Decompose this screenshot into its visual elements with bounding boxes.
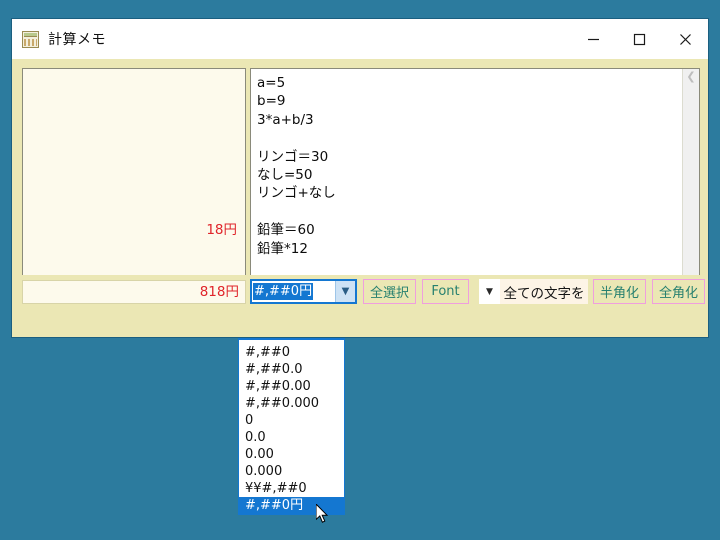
result-line xyxy=(29,166,237,184)
dropdown-item[interactable]: 0.000 xyxy=(239,463,344,480)
chevron-up-icon[interactable]: ❮ xyxy=(686,71,695,82)
chevron-down-icon[interactable]: ▼ xyxy=(335,281,355,302)
convert-target-label: 全ての文字を xyxy=(500,279,588,304)
results-panel[interactable]: 18円 80円 720円 ❮ ❯ xyxy=(22,68,246,308)
dropdown-item[interactable]: 0 xyxy=(239,412,344,429)
minimize-icon[interactable] xyxy=(570,19,616,59)
result-line: 18円 xyxy=(206,222,237,239)
title-bar: 計算メモ xyxy=(12,19,708,59)
result-line xyxy=(29,111,237,129)
calculator-icon xyxy=(22,30,39,48)
app-window: 計算メモ 18円 a=5 b=9 3*a+b/3 リンゴ＝30 なし=50 リン… xyxy=(11,18,709,338)
to-halfwidth-button[interactable]: 半角化 xyxy=(593,279,646,304)
window-controls xyxy=(570,19,708,59)
dropdown-item[interactable]: #,##0.00 xyxy=(239,378,344,395)
dropdown-item[interactable]: ¥¥#,##0 xyxy=(239,480,344,497)
number-format-dropdown-list[interactable]: #,##0 #,##0.0 #,##0.00 #,##0.000 0 0.0 0… xyxy=(238,338,345,515)
convert-target-dropdown-icon[interactable]: ▼ xyxy=(479,279,500,304)
number-format-value[interactable]: #,##0円 xyxy=(252,281,335,302)
formula-editor-panel[interactable]: a=5 b=9 3*a+b/3 リンゴ＝30 なし=50 リンゴ+なし 鉛筆＝6… xyxy=(250,68,700,308)
dropdown-item[interactable]: 0.0 xyxy=(239,429,344,446)
bottom-toolbar: 818円 #,##0円 ▼ 全選択 Font ▼ 全ての文字を 半角化 全角化 xyxy=(12,275,708,337)
editor-vertical-scrollbar[interactable]: ❮ ❯ xyxy=(682,69,699,290)
font-button[interactable]: Font xyxy=(422,279,469,304)
dropdown-item[interactable]: #,##0 xyxy=(239,344,344,361)
dropdown-item[interactable]: #,##0.000 xyxy=(239,395,344,412)
results-list: 18円 80円 720円 xyxy=(23,69,245,290)
close-icon[interactable] xyxy=(662,19,708,59)
number-format-selected-text: #,##0円 xyxy=(253,283,314,300)
total-value-field[interactable]: 818円 xyxy=(22,280,246,304)
number-format-combobox[interactable]: #,##0円 ▼ xyxy=(250,279,357,304)
dropdown-item[interactable]: 0.00 xyxy=(239,446,344,463)
client-area: 18円 80円 720円 ❮ ❯ a=5 b=9 3*a+b/3 リンゴ＝30 … xyxy=(12,59,708,337)
window-title: 計算メモ xyxy=(48,32,106,48)
dropdown-item[interactable]: #,##0.0 xyxy=(239,361,344,378)
maximize-icon[interactable] xyxy=(616,19,662,59)
desktop-background: 計算メモ 18円 a=5 b=9 3*a+b/3 リンゴ＝30 なし=50 リン… xyxy=(0,0,720,540)
formula-text[interactable]: a=5 b=9 3*a+b/3 リンゴ＝30 なし=50 リンゴ+なし 鉛筆＝6… xyxy=(251,69,699,290)
dropdown-item-selected[interactable]: #,##0円 xyxy=(239,497,344,514)
to-fullwidth-button[interactable]: 全角化 xyxy=(652,279,705,304)
select-all-button[interactable]: 全選択 xyxy=(363,279,416,304)
